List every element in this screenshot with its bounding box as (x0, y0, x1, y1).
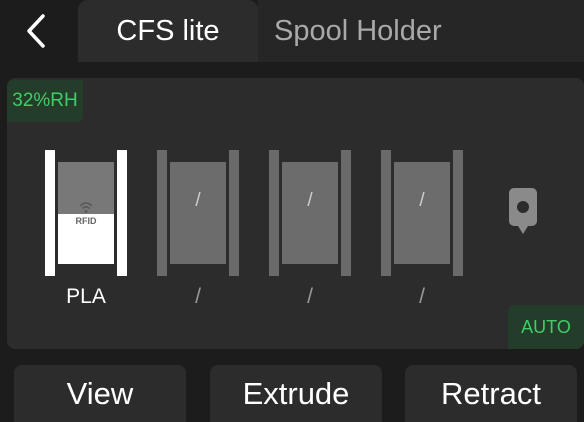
back-button[interactable] (0, 0, 72, 62)
humidity-badge: 32%RH (7, 80, 83, 122)
tab-cfs-lite[interactable]: CFS lite (78, 0, 258, 62)
filament-slot-1[interactable]: RFID (45, 150, 127, 276)
spool-body (394, 162, 450, 264)
slot-4-material: / (419, 285, 425, 308)
slot-3-empty-mark: / (307, 190, 313, 211)
slot-3-material: / (307, 285, 313, 308)
slot-1-material: PLA (66, 285, 106, 308)
tab-spool-holder[interactable]: Spool Holder (258, 0, 584, 62)
nozzle-icon (509, 188, 537, 234)
chevron-left-icon (27, 14, 45, 48)
filament-slot-4[interactable]: / (381, 150, 463, 276)
slot-4-empty-mark: / (419, 190, 425, 211)
view-button[interactable]: View (14, 365, 186, 422)
spool-body: RFID (58, 162, 114, 264)
slot-2-material: / (195, 285, 201, 308)
top-bar: CFS lite Spool Holder (0, 0, 584, 66)
spool-body (282, 162, 338, 264)
spool-body (170, 162, 226, 264)
filament-slot-3[interactable]: / (269, 150, 351, 276)
slot-2-empty-mark: / (195, 190, 201, 211)
auto-button[interactable]: AUTO (508, 305, 584, 349)
filament-slot-2[interactable]: / (157, 150, 239, 276)
rfid-wave-icon (79, 202, 93, 213)
extrude-button[interactable]: Extrude (210, 365, 382, 422)
retract-button[interactable]: Retract (405, 365, 577, 422)
rfid-label: RFID (75, 216, 97, 226)
